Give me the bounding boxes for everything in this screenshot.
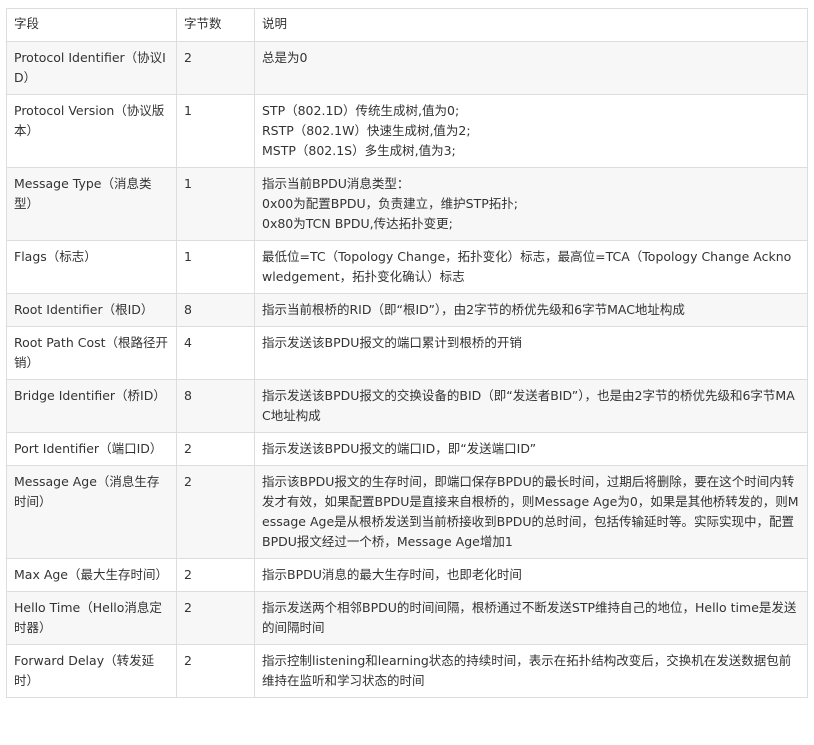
description-line: 指示BPDU消息的最大生存时间，也即老化时间 [262, 567, 522, 582]
table-row: Max Age（最大生存时间） 2 指示BPDU消息的最大生存时间，也即老化时间 [6, 558, 808, 592]
field-name-cell: Max Age（最大生存时间） [6, 558, 177, 592]
byte-count-cell: 2 [176, 41, 255, 95]
description-line: 指示发送该BPDU报文的端口ID，即“发送端口ID” [262, 441, 537, 456]
description-cell: 指示发送该BPDU报文的端口累计到根桥的开销 [254, 326, 808, 380]
table-row: Root Path Cost（根路径开销） 4 指示发送该BPDU报文的端口累计到根… [6, 326, 808, 380]
description-cell: 指示当前根桥的RID（即“根ID”），由2字节的桥优先级和6字节MAC地址构成 [254, 293, 808, 327]
description-line: 最低位=TC（Topology Change，拓扑变化）标志，最高位=TCA（T… [262, 249, 792, 284]
byte-count-cell: 2 [176, 558, 255, 592]
byte-count-cell: 1 [176, 94, 255, 168]
byte-count-cell: 4 [176, 326, 255, 380]
table-row: Message Type（消息类型） 1 指示当前BPDU消息类型： 0x00为配置B… [6, 167, 808, 241]
byte-count-cell: 8 [176, 379, 255, 433]
description-cell: 指示发送该BPDU报文的端口ID，即“发送端口ID” [254, 432, 808, 466]
byte-count-cell: 1 [176, 167, 255, 241]
description-line: 指示当前BPDU消息类型： [262, 176, 410, 191]
description-cell: 指示BPDU消息的最大生存时间，也即老化时间 [254, 558, 808, 592]
byte-count-cell: 2 [176, 465, 255, 559]
table-row: Protocol Version（协议版本） 1 STP（802.1D）传统生成树,… [6, 94, 808, 168]
description-line: 0x80为TCN BPDU,传达拓扑变更; [262, 216, 453, 231]
description-line: MSTP（802.1S）多生成树,值为3; [262, 143, 456, 158]
header-field: 字段 [6, 8, 177, 42]
field-name-cell: Protocol Version（协议版本） [6, 94, 177, 168]
description-line: 0x00为配置BPDU，负责建立，维护STP拓扑; [262, 196, 518, 211]
description-line: 指示控制listening和learning状态的持续时间，表示在拓扑结构改变后… [262, 653, 792, 688]
description-line: 指示发送该BPDU报文的交换设备的BID（即“发送者BID”），也是由2字节的桥… [262, 388, 795, 423]
description-line: 指示当前根桥的RID（即“根ID”），由2字节的桥优先级和6字节MAC地址构成 [262, 302, 685, 317]
byte-count-cell: 2 [176, 644, 255, 698]
byte-count-cell: 8 [176, 293, 255, 327]
description-cell: 指示控制listening和learning状态的持续时间，表示在拓扑结构改变后… [254, 644, 808, 698]
field-name-cell: Message Type（消息类型） [6, 167, 177, 241]
description-line: RSTP（802.1W）快速生成树,值为2; [262, 123, 471, 138]
table-header-row: 字段 字节数 说明 [6, 8, 808, 42]
byte-count-cell: 2 [176, 591, 255, 645]
table-row: Port Identifier（端口ID） 2 指示发送该BPDU报文的端口ID，即… [6, 432, 808, 466]
table-row: Message Age（消息生存时间） 2 指示该BPDU报文的生存时间，即端口保存… [6, 465, 808, 559]
field-name-cell: Bridge Identifier（桥ID） [6, 379, 177, 433]
field-name-cell: Port Identifier（端口ID） [6, 432, 177, 466]
description-cell: 最低位=TC（Topology Change，拓扑变化）标志，最高位=TCA（T… [254, 240, 808, 294]
field-name-cell: Hello Time（Hello消息定时器） [6, 591, 177, 645]
byte-count-cell: 2 [176, 432, 255, 466]
table-row: Bridge Identifier（桥ID） 8 指示发送该BPDU报文的交换设备的… [6, 379, 808, 433]
table-body: Protocol Identifier（协议ID） 2 总是为0 Protocol V… [6, 41, 808, 698]
table-row: Forward Delay（转发延时） 2 指示控制listening和learni… [6, 644, 808, 698]
field-name-cell: Flags（标志） [6, 240, 177, 294]
description-cell: 总是为0 [254, 41, 808, 95]
field-name-cell: Message Age（消息生存时间） [6, 465, 177, 559]
description-line: 总是为0 [262, 50, 308, 65]
table-row: Flags（标志） 1 最低位=TC（Topology Change，拓扑变化）标志… [6, 240, 808, 294]
field-name-cell: Root Identifier（根ID） [6, 293, 177, 327]
description-cell: 指示当前BPDU消息类型： 0x00为配置BPDU，负责建立，维护STP拓扑; 0x… [254, 167, 808, 241]
header-bytes: 字节数 [176, 8, 255, 42]
description-cell: 指示发送该BPDU报文的交换设备的BID（即“发送者BID”），也是由2字节的桥… [254, 379, 808, 433]
field-name-cell: Root Path Cost（根路径开销） [6, 326, 177, 380]
description-line: 指示发送该BPDU报文的端口累计到根桥的开销 [262, 335, 522, 350]
description-cell: 指示该BPDU报文的生存时间，即端口保存BPDU的最长时间，过期后将删除，要在这… [254, 465, 808, 559]
description-cell: STP（802.1D）传统生成树,值为0; RSTP（802.1W）快速生成树,值… [254, 94, 808, 168]
bpdu-field-table-container: 字段 字节数 说明 Protocol Identifier（协议ID） 2 总是为0… [6, 8, 808, 698]
field-name-cell: Forward Delay（转发延时） [6, 644, 177, 698]
description-cell: 指示发送两个相邻BPDU的时间间隔，根桥通过不断发送STP维持自己的地位，Hel… [254, 591, 808, 645]
description-line: STP（802.1D）传统生成树,值为0; [262, 103, 460, 118]
table-row: Root Identifier（根ID） 8 指示当前根桥的RID（即“根ID”），… [6, 293, 808, 327]
bpdu-field-table: 字段 字节数 说明 Protocol Identifier（协议ID） 2 总是为0… [6, 8, 808, 698]
table-row: Protocol Identifier（协议ID） 2 总是为0 [6, 41, 808, 95]
byte-count-cell: 1 [176, 240, 255, 294]
table-row: Hello Time（Hello消息定时器） 2 指示发送两个相邻BPDU的时间间隔… [6, 591, 808, 645]
description-line: 指示发送两个相邻BPDU的时间间隔，根桥通过不断发送STP维持自己的地位，Hel… [262, 600, 797, 635]
description-line: 指示该BPDU报文的生存时间，即端口保存BPDU的最长时间，过期后将删除，要在这… [262, 474, 799, 549]
header-description: 说明 [254, 8, 808, 42]
field-name-cell: Protocol Identifier（协议ID） [6, 41, 177, 95]
